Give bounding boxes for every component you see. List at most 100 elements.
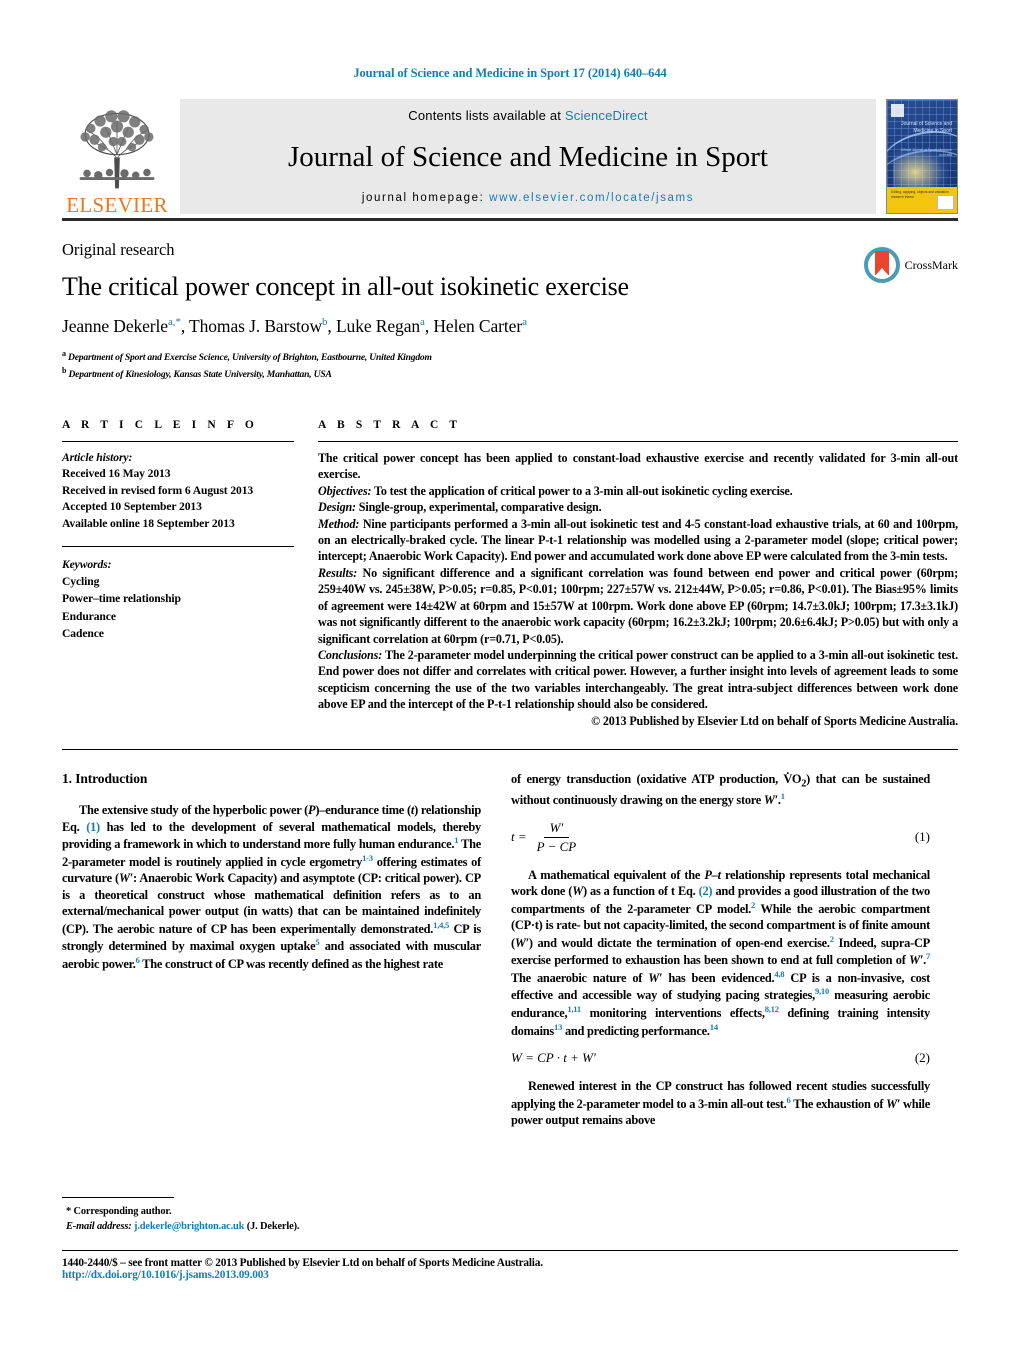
- affiliation-text: Department of Sport and Exercise Science…: [68, 351, 432, 363]
- info-rule: [62, 440, 294, 442]
- journal-cover-thumbnail: Journal of Science and Medicine in Sport…: [886, 99, 958, 214]
- citation-ref[interactable]: 1,11: [567, 1004, 581, 1014]
- intro-paragraph-right-2: A mathematical equivalent of the P–t rel…: [511, 867, 930, 1039]
- abstract-section-text: Nine participants performed a 3-min all-…: [318, 516, 958, 564]
- abstract-section: Conclusions: The 2-parameter model under…: [318, 647, 958, 713]
- elsevier-wordmark: ELSEVIER: [66, 193, 168, 217]
- author-mark: a: [522, 315, 527, 328]
- citation-ref[interactable]: 13: [554, 1022, 562, 1032]
- text-run: and predicting performance.: [562, 1023, 710, 1038]
- intro-paragraph-left: The extensive study of the hyperbolic po…: [62, 802, 481, 972]
- text-run: The exhaustion of: [790, 1096, 887, 1111]
- keyword-item: Cycling: [62, 575, 100, 589]
- intro-paragraph-right-cont: of energy transduction (oxidative ATP pr…: [511, 771, 930, 809]
- corresponding-author-note: * Corresponding author.: [66, 1205, 172, 1217]
- keywords-rule: [62, 546, 294, 548]
- contents-text: Contents lists available at: [408, 108, 562, 123]
- abstract-heading: A B S T R A C T: [318, 418, 462, 431]
- author-list: Jeanne Dekerlea,*, Thomas J. Barstowb, L…: [62, 315, 527, 336]
- equation-1-numerator: W′: [543, 820, 570, 838]
- cover-subtitle: Official Journal of Sports Medicine Aust…: [900, 148, 952, 158]
- citation-ref[interactable]: 1: [781, 791, 785, 801]
- text-run: of energy transduction (oxidative ATP pr…: [511, 772, 802, 787]
- text-run: The construct of CP was recently defined…: [139, 956, 443, 971]
- body-column-left: 1. Introduction The extensive study of t…: [62, 771, 481, 1128]
- running-head: Journal of Science and Medicine in Sport…: [353, 66, 667, 80]
- email-label: E-mail address:: [66, 1221, 132, 1233]
- keywords-block: Keywords: Cycling Power–time relationshi…: [62, 556, 294, 642]
- footnote-text: * Corresponding author. E-mail address: …: [62, 1204, 481, 1235]
- affiliation-item: b Department of Kinesiology, Kansas Stat…: [62, 365, 958, 382]
- affiliation-mark: b: [62, 365, 67, 375]
- article-history: Article history: Received 16 May 2013 Re…: [62, 450, 294, 532]
- citation-ref[interactable]: 1,4,5: [433, 920, 449, 930]
- keywords-label: Keywords:: [62, 558, 112, 572]
- abstract-rule: [318, 440, 958, 442]
- text-run: ) and would dictate the termination of o…: [528, 935, 830, 950]
- abstract-section-label: Objectives:: [318, 483, 372, 498]
- abstract-intro: The critical power concept has been appl…: [318, 450, 958, 482]
- abstract-section: Objectives: To test the application of c…: [318, 483, 958, 499]
- abstract-column: A B S T R A C T The critical power conce…: [318, 419, 958, 729]
- citation-ref[interactable]: 8,12: [765, 1004, 779, 1014]
- email-note: E-mail address: j.dekerle@brighton.ac.uk…: [62, 1219, 481, 1235]
- abstract-body: The critical power concept has been appl…: [318, 450, 958, 729]
- citation-ref[interactable]: 14: [710, 1022, 718, 1032]
- page-footer: 1440-2440/$ – see front matter © 2013 Pu…: [62, 1250, 958, 1281]
- email-link[interactable]: j.dekerle@brighton.ac.uk: [134, 1221, 244, 1232]
- keyword-item: Cadence: [62, 626, 104, 640]
- homepage-line: journal homepage: www.elsevier.com/locat…: [362, 192, 694, 204]
- text-run: monitoring interventions effects,: [580, 1006, 765, 1021]
- history-item: Accepted 10 September 2013: [62, 500, 202, 514]
- text-run: has led to the development of several ma…: [62, 819, 481, 852]
- citation-ref[interactable]: 4,8: [774, 969, 784, 979]
- equation-link-2[interactable]: (2): [699, 884, 713, 898]
- equation-link-1[interactable]: (1): [86, 820, 100, 834]
- citation-ref[interactable]: 9,10: [815, 986, 829, 996]
- keyword-item: Power–time relationship: [62, 592, 181, 606]
- footnote-block: * Corresponding author. E-mail address: …: [62, 1196, 481, 1235]
- cover-title: Journal of Science and Medicine in Sport: [901, 121, 952, 135]
- homepage-url[interactable]: www.elsevier.com/locate/jsams: [489, 192, 694, 204]
- abstract-section: Method: Nine participants performed a 3-…: [318, 516, 958, 565]
- crossmark-icon: [863, 247, 900, 283]
- equation-2: W = CP · t + W′ (2): [511, 1050, 930, 1066]
- text-run: The extensive study of the hyperbolic po…: [79, 803, 309, 818]
- abstract-section: Results: No significant difference and a…: [318, 565, 958, 647]
- citation-ref[interactable]: 7: [926, 951, 930, 961]
- footer-frontmatter: 1440-2440/$ – see front matter © 2013 Pu…: [62, 1257, 543, 1269]
- abstract-section-label: Conclusions:: [318, 648, 383, 663]
- journal-banner: Contents lists available at ScienceDirec…: [180, 99, 876, 214]
- author-mark: b: [322, 315, 328, 328]
- footer-doi-link[interactable]: http://dx.doi.org/10.1016/j.jsams.2013.0…: [62, 1269, 958, 1281]
- author-mark: a,*: [167, 315, 181, 328]
- symbol-Wprime: W′: [909, 953, 924, 968]
- journal-masthead: ELSEVIER Contents lists available at Sci…: [62, 97, 958, 221]
- article-title-block: Original research The critical power con…: [62, 221, 958, 382]
- abstract-section-text: To test the application of critical powe…: [371, 483, 793, 498]
- symbol-Wprime: W′: [886, 1096, 901, 1111]
- journal-title: Journal of Science and Medicine in Sport: [288, 141, 768, 173]
- author-name: Luke Regan: [335, 315, 421, 336]
- text-run: has been evidenced.: [662, 971, 775, 986]
- abstract-copyright: © 2013 Published by Elsevier Ltd on beha…: [591, 713, 958, 728]
- abstract-section-label: Results:: [318, 565, 358, 580]
- symbol-Pt: P–t: [704, 867, 721, 882]
- symbol-Wprime: W′: [118, 871, 133, 886]
- crossmark-badge[interactable]: CrossMark: [863, 247, 958, 283]
- equation-1-lhs: t =: [511, 829, 527, 845]
- affiliation-list: a Department of Sport and Exercise Scien…: [62, 348, 958, 382]
- cover-elsevier-badge-icon: [891, 104, 904, 117]
- elsevier-tree-icon: [79, 110, 155, 189]
- crossmark-label: CrossMark: [904, 257, 958, 272]
- info-abstract-section: A R T I C L E I N F O Article history: R…: [62, 419, 958, 729]
- author-name: Thomas J. Barstow: [189, 315, 322, 336]
- affiliation-mark: a: [62, 348, 66, 358]
- citation-ref[interactable]: 1-3: [362, 853, 373, 863]
- abstract-section-text: Single-group, experimental, comparative …: [355, 500, 602, 515]
- footer-rule: [62, 1250, 958, 1251]
- sciencedirect-link[interactable]: ScienceDirect: [565, 108, 648, 123]
- contents-line: Contents lists available at ScienceDirec…: [408, 108, 647, 123]
- history-item: Available online 18 September 2013: [62, 516, 235, 530]
- article-info-heading: A R T I C L E I N F O: [62, 418, 258, 431]
